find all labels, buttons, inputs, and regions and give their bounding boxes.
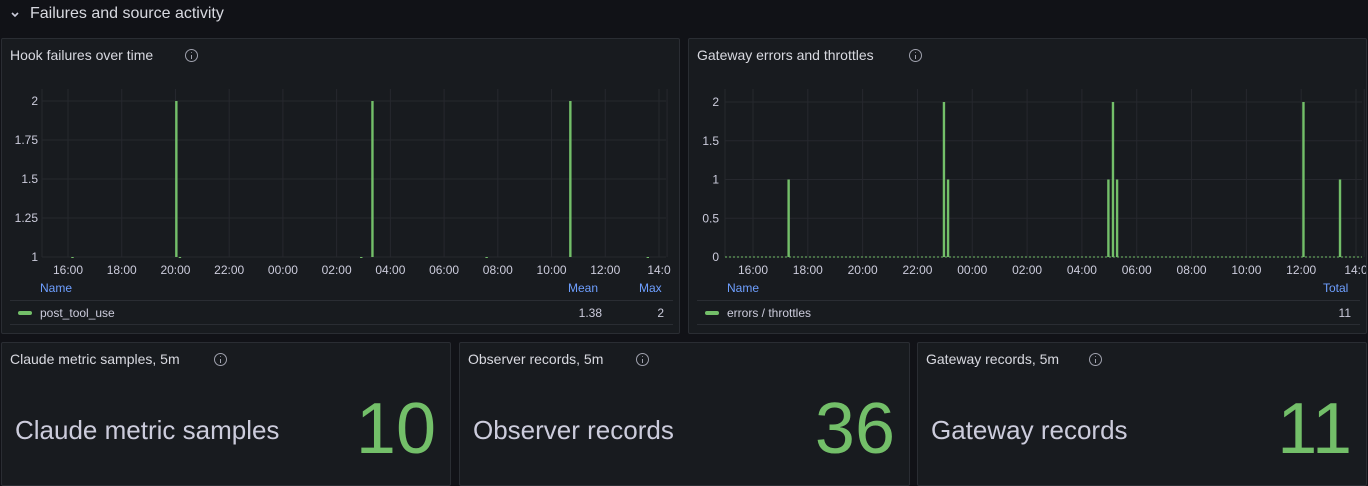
stat-panel-claude: Claude metric samples, 5m Claude metric … [1, 342, 451, 486]
x-tick-label: 20:00 [848, 263, 878, 277]
x-tick-label: 06:00 [429, 263, 459, 277]
panel-title: Gateway records, 5m [926, 351, 1060, 367]
bar[interactable] [360, 257, 363, 258]
legend-swatch [18, 311, 32, 315]
x-tick-label: 18:00 [107, 263, 137, 277]
x-tick-label: 12:00 [1286, 263, 1316, 277]
bar[interactable] [942, 102, 946, 257]
legend-divider [697, 324, 1360, 325]
y-tick-label: 1.5 [21, 172, 38, 186]
info-icon[interactable] [636, 353, 649, 366]
x-tick-label: 10:00 [537, 263, 567, 277]
stat-panel-observer: Observer records, 5m Observer records 36 [459, 342, 910, 486]
hook-failures-chart: 16:00 18:00 20:00 22:00 00:00 02:00 04:00 06:00… [15, 89, 671, 277]
x-tick-label: 22:00 [902, 263, 932, 277]
legend-mean-value: 1.38 [578, 306, 602, 320]
hook-failures-panel: Hook failures over time 16:00 18:00 20:00 2… [1, 38, 680, 334]
stat-label: Claude metric samples [15, 415, 280, 445]
y-tick-label: 2 [712, 95, 719, 109]
gateway-errors-panel: Gateway errors and throttles 16:00 18:00 2… [688, 38, 1367, 334]
bar[interactable] [1115, 179, 1119, 258]
x-tick-label: 06:00 [1122, 263, 1152, 277]
row-header[interactable]: Failures and source activity [0, 0, 1368, 30]
y-tick-label: 1.25 [15, 211, 39, 225]
x-tick-label: 08:00 [483, 263, 513, 277]
bar[interactable] [71, 257, 74, 258]
x-tick-label: 00:00 [957, 263, 987, 277]
y-tick-label: 1.5 [702, 134, 719, 148]
x-tick-label: 00:00 [268, 263, 298, 277]
y-tick-label: 1 [31, 250, 38, 264]
stat-value: 10 [355, 389, 436, 469]
info-icon[interactable] [214, 353, 227, 366]
y-tick-label: 1.75 [15, 133, 39, 147]
stat-label: Gateway records [931, 415, 1128, 445]
x-tick-label: 16:00 [738, 263, 768, 277]
x-tick-label: 14:0 [647, 263, 671, 277]
y-tick-label: 1 [712, 173, 719, 187]
bar[interactable] [371, 101, 374, 257]
x-tick-label: 04:00 [375, 263, 405, 277]
legend-series-name[interactable]: post_tool_use [40, 306, 115, 320]
info-icon[interactable] [1089, 353, 1102, 366]
chevron-down-icon[interactable] [8, 7, 22, 21]
x-tick-label: 12:00 [590, 263, 620, 277]
panel-title: Claude metric samples, 5m [10, 351, 180, 367]
bar[interactable] [946, 179, 950, 258]
y-tick-label: 0.5 [702, 211, 719, 225]
legend-max-header[interactable]: Max [639, 281, 662, 295]
legend-series-name[interactable]: errors / throttles [727, 306, 811, 320]
stat-value: 36 [814, 389, 895, 469]
legend-name-header[interactable]: Name [40, 281, 72, 295]
legend-total-value: 11 [1338, 306, 1351, 320]
legend-mean-header[interactable]: Mean [568, 281, 598, 295]
x-tick-label: 02:00 [322, 263, 352, 277]
bar[interactable] [1338, 179, 1342, 258]
row-title: Failures and source activity [30, 5, 224, 22]
bar[interactable] [178, 257, 182, 258]
stat-label: Observer records [473, 415, 674, 445]
bar[interactable] [485, 257, 488, 258]
gateway-errors-chart: 16:00 18:00 20:00 22:00 00:00 02:00 04:00 06:00… [702, 89, 1367, 277]
stat-value: 11 [1277, 389, 1352, 469]
x-tick-label: 08:00 [1177, 263, 1207, 277]
legend-max-value: 2 [657, 306, 664, 320]
stat-panel-gateway: Gateway records, 5m Gateway records 11 [917, 342, 1367, 486]
bar[interactable] [787, 179, 790, 258]
panel-title: Observer records, 5m [468, 351, 604, 367]
x-tick-label: 02:00 [1012, 263, 1042, 277]
bar[interactable] [1111, 102, 1115, 257]
bar[interactable] [1107, 179, 1110, 258]
legend-divider [697, 300, 1360, 301]
y-tick-label: 0 [712, 250, 719, 264]
bar[interactable] [1302, 102, 1305, 257]
x-tick-label: 16:00 [53, 263, 83, 277]
x-tick-label: 04:00 [1067, 263, 1097, 277]
x-tick-label: 22:00 [214, 263, 244, 277]
x-tick-label: 18:00 [793, 263, 823, 277]
bar[interactable] [646, 257, 650, 258]
bar[interactable] [175, 101, 178, 257]
legend-divider [10, 324, 673, 325]
legend-name-header[interactable]: Name [727, 281, 759, 295]
legend-total-header[interactable]: Total [1323, 281, 1348, 295]
y-tick-label: 2 [31, 94, 38, 108]
legend-divider [10, 300, 673, 301]
legend-swatch [705, 311, 719, 315]
x-tick-label: 10:00 [1231, 263, 1261, 277]
x-tick-label: 14:0 [1344, 263, 1367, 277]
x-tick-label: 20:00 [160, 263, 190, 277]
bar[interactable] [569, 101, 572, 257]
